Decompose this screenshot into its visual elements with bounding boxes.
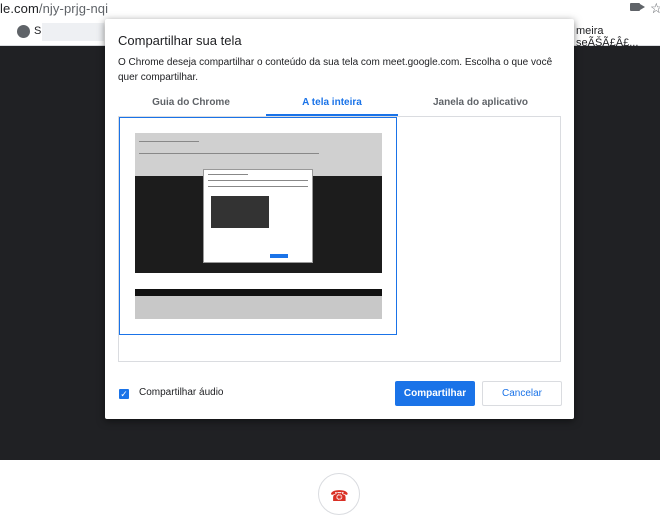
check-icon: ✓ [120,389,128,399]
star-icon[interactable]: ☆ [650,0,660,17]
tab-application-window[interactable]: Janela do aplicativo [400,92,561,116]
share-audio-checkbox[interactable]: ✓ [119,389,129,399]
globe-icon[interactable] [17,25,30,38]
redacted-area [42,23,104,41]
preview-line [208,186,308,187]
share-audio-label[interactable]: Compartilhar áudio [139,387,224,398]
preview-inner-screen [211,196,269,228]
tab-entire-screen[interactable]: A tela inteira [266,92,398,116]
preview-line [139,141,199,142]
preview-button [270,254,288,258]
source-list [118,116,561,362]
address-bar[interactable]: le.com/njy-prjg-nqi ☆ [0,0,660,19]
dialog-title: Compartilhar sua tela [118,33,242,48]
hang-up-button[interactable]: ☎ [318,473,360,515]
preview-taskbar [135,289,382,296]
preview-line [208,180,308,181]
cancel-button[interactable]: Cancelar [482,381,562,406]
preview-line [139,153,319,154]
bookmark-label[interactable]: S [34,25,41,37]
share-screen-dialog: Compartilhar sua tela O Chrome deseja co… [105,19,574,419]
share-button[interactable]: Compartilhar [395,381,475,406]
screen-preview [135,133,382,319]
preview-dialog [203,169,313,263]
camera-icon[interactable] [630,3,645,11]
hang-up-icon: ☎ [330,488,349,505]
screen-thumbnail[interactable] [119,117,397,335]
tab-chrome-tab[interactable]: Guia do Chrome [118,92,264,116]
preview-line [208,174,248,175]
dialog-description: O Chrome deseja compartilhar o conteúdo … [118,57,553,83]
source-tabs: Guia do Chrome A tela inteira Janela do … [118,92,561,116]
url-text[interactable]: le.com/njy-prjg-nqi [0,1,108,16]
preview-white-area [135,273,382,289]
